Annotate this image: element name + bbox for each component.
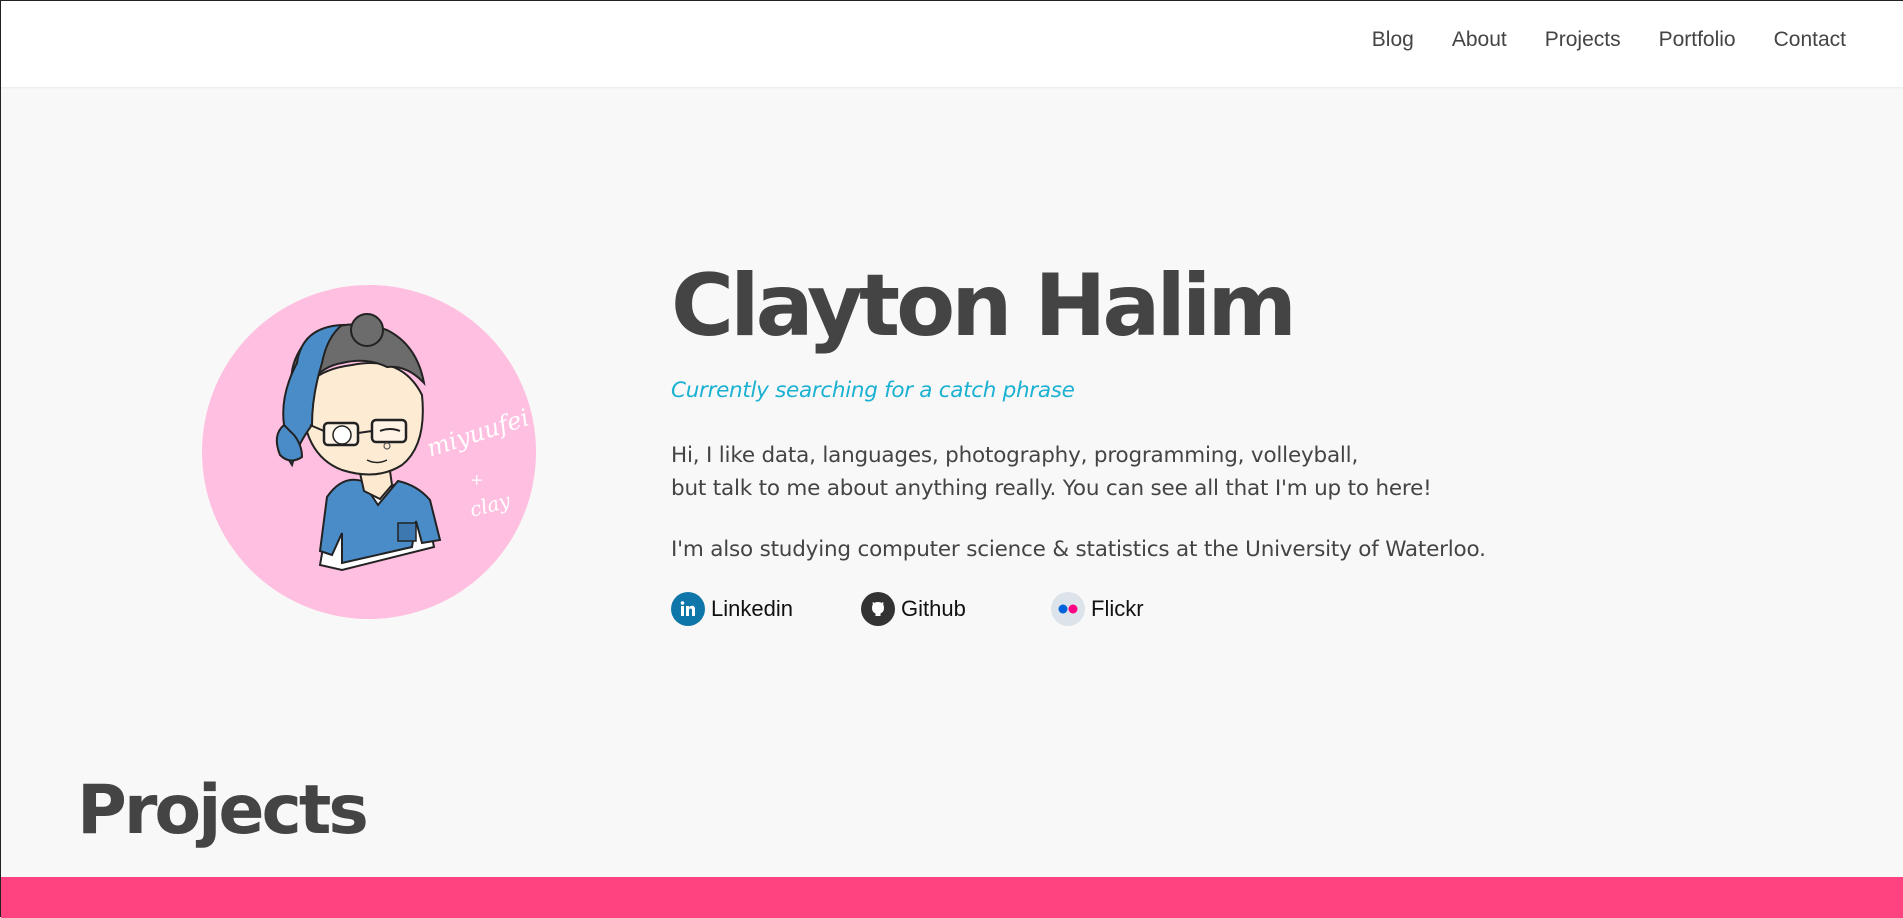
bio-line: Hi, I like data, languages, photography,…: [671, 443, 1359, 468]
svg-text:clay: clay: [467, 488, 513, 522]
tagline: Currently searching for a catch phrase: [671, 378, 1075, 403]
social-label: Linkedin: [711, 596, 793, 621]
social-link-flickr[interactable]: Flickr: [1051, 592, 1241, 626]
bio-paragraph: Hi, I like data, languages, photography,…: [671, 439, 1432, 505]
bio-education: I'm also studying computer science & sta…: [671, 537, 1486, 562]
svg-text:+: +: [470, 470, 483, 489]
avatar-illustration: miyuufei + clay: [275, 313, 532, 572]
social-link-github[interactable]: Github: [861, 592, 1051, 626]
social-label: Github: [901, 596, 966, 621]
social-label: Flickr: [1091, 596, 1144, 621]
nav-link-blog[interactable]: Blog: [1372, 28, 1414, 52]
projects-heading: Projects: [77, 771, 369, 850]
nav-link-projects[interactable]: Projects: [1545, 28, 1621, 52]
page-title: Clayton Halim: [671, 256, 1297, 356]
svg-text:miyuufei: miyuufei: [423, 403, 532, 462]
linkedin-icon: [671, 592, 705, 626]
top-navbar: Blog About Projects Portfolio Contact: [1, 1, 1903, 87]
nav-link-contact[interactable]: Contact: [1774, 28, 1846, 52]
social-links: Linkedin Github Flickr: [671, 592, 1241, 626]
hero-section: Clayton Halim Currently searching for a …: [671, 256, 1771, 626]
github-icon: [861, 592, 895, 626]
flickr-icon: [1051, 592, 1085, 626]
nav-links: Blog About Projects Portfolio Contact: [1372, 28, 1846, 52]
avatar: miyuufei + clay: [202, 285, 536, 619]
bio-line: but talk to me about anything really. Yo…: [671, 476, 1432, 501]
projects-banner: [1, 877, 1903, 918]
nav-link-about[interactable]: About: [1452, 28, 1507, 52]
nav-link-portfolio[interactable]: Portfolio: [1659, 28, 1736, 52]
social-link-linkedin[interactable]: Linkedin: [671, 592, 861, 626]
